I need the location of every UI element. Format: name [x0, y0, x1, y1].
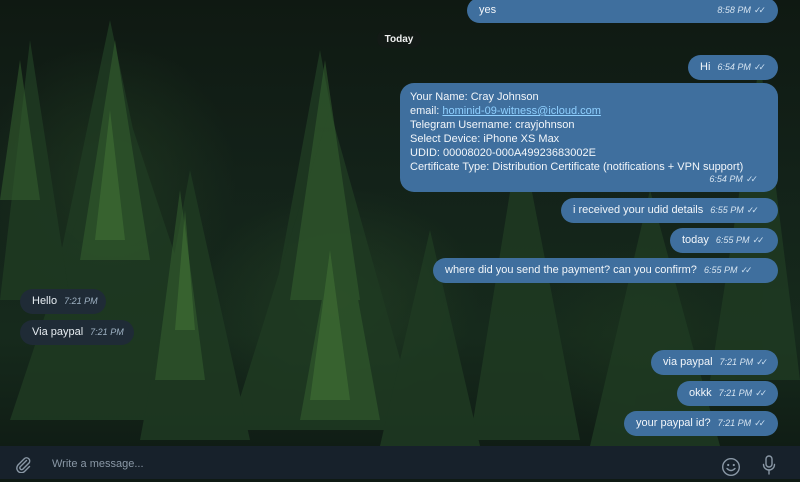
message-outgoing[interactable]: yes 8:58 PM ✓✓ [467, 0, 778, 23]
message-text: today [682, 234, 709, 246]
message-meta: 8:58 PM ✓✓ [717, 3, 766, 18]
double-check-icon: ✓✓ [746, 205, 759, 215]
message-text: yes [479, 4, 497, 16]
message-text: i received your udid details [573, 204, 704, 216]
message-outgoing[interactable]: Hi 6:54 PM ✓✓ [688, 55, 778, 80]
message-text: okkk [689, 387, 712, 399]
message-time: 6:55 PM [710, 205, 744, 215]
microphone-icon[interactable] [761, 455, 777, 482]
message-time: 6:55 PM [715, 235, 750, 245]
message-composer [0, 446, 800, 479]
double-check-icon: ✓✓ [745, 174, 758, 184]
email-link[interactable]: hominid-09-witness@icloud.com [442, 105, 601, 117]
message-meta: 7:21 PM [90, 325, 124, 340]
message-incoming[interactable]: Via paypal 7:21 PM [20, 320, 134, 345]
double-check-icon: ✓✓ [740, 265, 752, 275]
details-telegram: Telegram Username: crayjohnson [410, 119, 575, 131]
message-meta: 7:21 PM ✓✓ [719, 386, 768, 401]
message-input[interactable] [50, 452, 654, 476]
message-text: Hello [32, 295, 58, 307]
message-meta: 7:21 PM ✓✓ [718, 416, 767, 431]
message-outgoing-details[interactable]: Your Name: Cray Johnson email: hominid-0… [400, 83, 778, 192]
emoji-icon[interactable] [721, 457, 741, 482]
message-outgoing[interactable]: today 6:55 PM ✓✓ [670, 228, 778, 253]
message-meta: 6:54 PM ✓✓ [709, 172, 758, 187]
message-outgoing[interactable]: your paypal id? 7:21 PM ✓✓ [624, 411, 778, 436]
message-text: via paypal [663, 356, 713, 368]
message-outgoing[interactable]: where did you send the payment? can you … [433, 258, 778, 283]
message-time: 6:54 PM [709, 174, 743, 184]
message-time: 7:21 PM [719, 357, 754, 367]
double-check-icon: ✓✓ [753, 62, 766, 72]
message-text: your paypal id? [636, 417, 711, 429]
message-meta: 6:54 PM ✓✓ [717, 60, 766, 75]
message-text: Via paypal [32, 326, 84, 338]
details-device: Select Device: iPhone XS Max [410, 133, 560, 145]
message-time: 8:58 PM [717, 5, 751, 15]
message-time: 7:21 PM [64, 296, 98, 306]
double-check-icon: ✓✓ [754, 418, 766, 428]
message-outgoing[interactable]: i received your udid details 6:55 PM ✓✓ [561, 198, 778, 223]
double-check-icon: ✓✓ [752, 235, 764, 245]
message-meta: 7:21 PM ✓✓ [720, 355, 769, 370]
message-outgoing[interactable]: via paypal 7:21 PM ✓✓ [651, 350, 778, 375]
date-separator: Today [377, 30, 421, 48]
message-text: Hi [700, 61, 711, 73]
chat-background [0, 0, 800, 446]
message-meta: 6:55 PM ✓✓ [704, 263, 753, 278]
message-time: 6:54 PM [717, 62, 751, 72]
message-outgoing[interactable]: okkk 7:21 PM ✓✓ [677, 381, 778, 406]
details-email: email: hominid-09-witness@icloud.com [410, 104, 768, 118]
message-meta: 7:21 PM [64, 294, 98, 309]
message-time: 7:21 PM [718, 388, 753, 398]
double-check-icon: ✓✓ [753, 5, 766, 15]
message-time: 7:21 PM [90, 327, 124, 337]
paperclip-icon[interactable] [14, 455, 32, 478]
message-meta: 6:55 PM ✓✓ [710, 203, 759, 218]
details-udid: UDID: 00008020-000A49923683002E [410, 147, 596, 159]
forest-wallpaper [0, 20, 800, 446]
message-incoming[interactable]: Hello 7:21 PM [20, 289, 106, 314]
double-check-icon: ✓✓ [755, 388, 767, 398]
message-meta: 6:55 PM ✓✓ [716, 233, 765, 248]
email-label: email: [410, 105, 443, 117]
message-time: 7:21 PM [717, 418, 752, 428]
double-check-icon: ✓✓ [756, 357, 768, 367]
message-text: where did you send the payment? can you … [445, 264, 697, 276]
details-name: Your Name: Cray Johnson [410, 91, 539, 103]
message-time: 6:55 PM [703, 265, 738, 275]
